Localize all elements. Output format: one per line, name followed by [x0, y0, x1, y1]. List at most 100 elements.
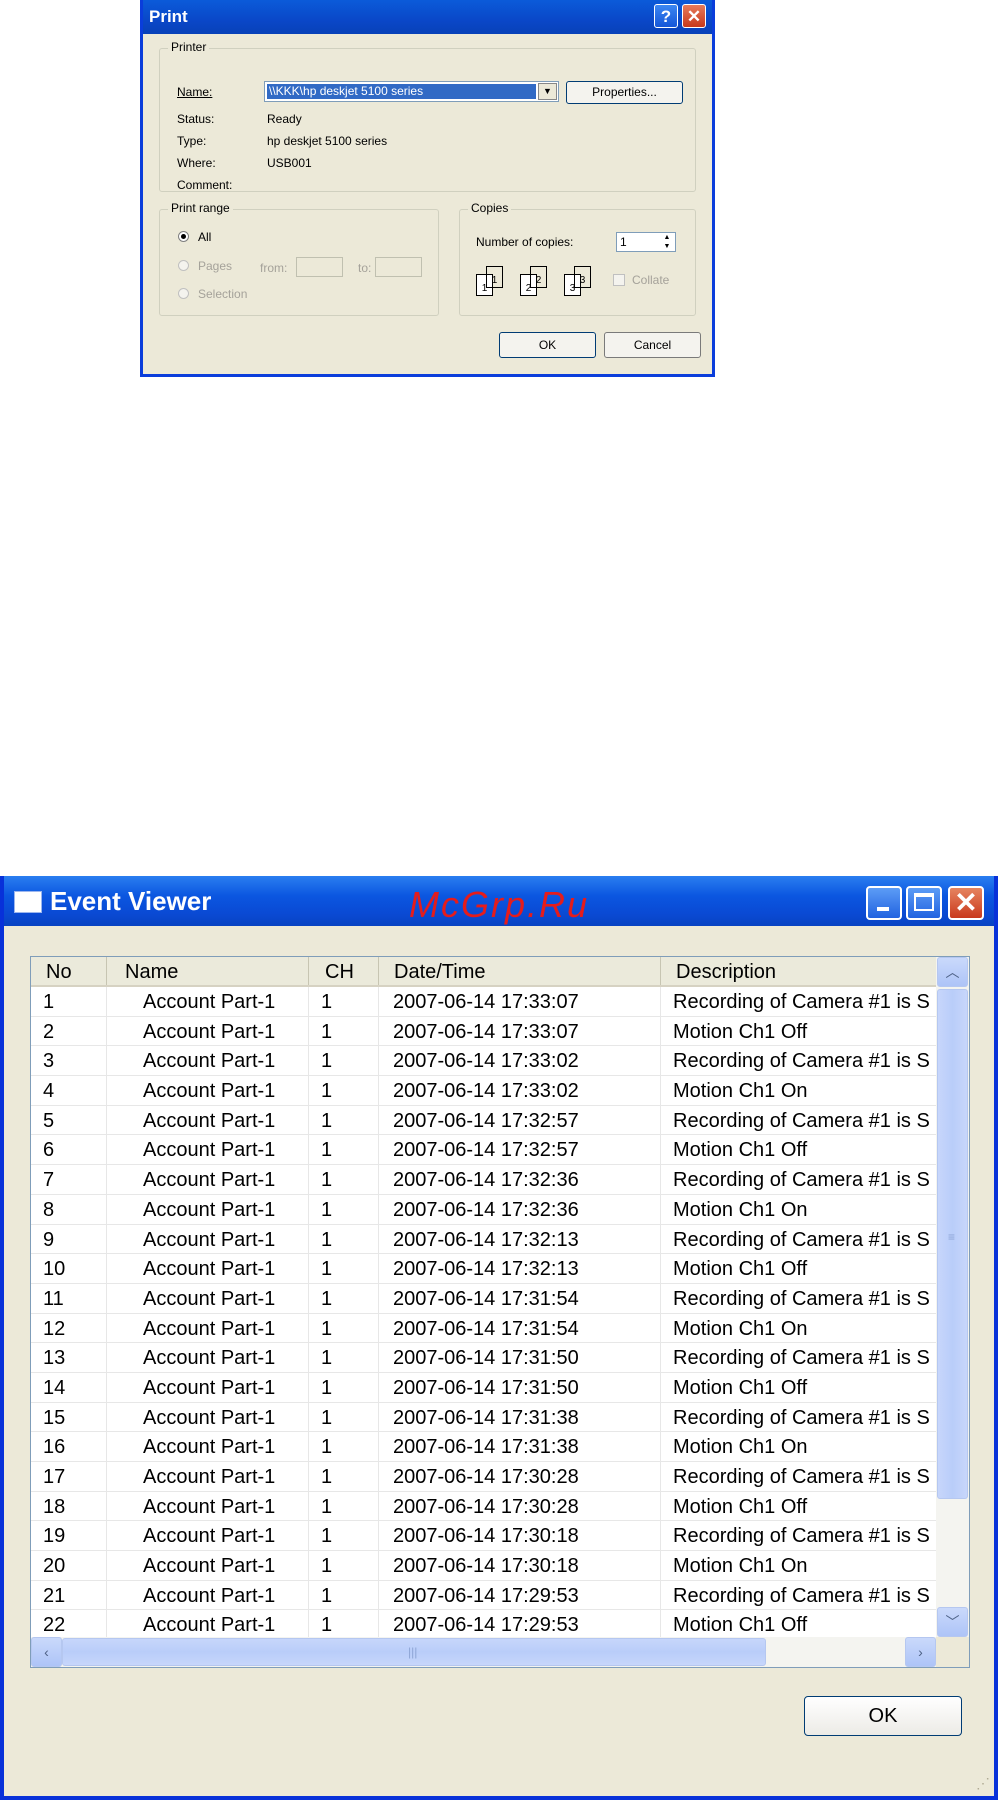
horizontal-scroll-thumb[interactable]: |||	[62, 1638, 766, 1666]
properties-button[interactable]: Properties...	[566, 81, 683, 104]
column-header-description[interactable]: Description	[661, 957, 936, 985]
event-viewer-titlebar[interactable]: Event Viewer McGrp.Ru ✕	[4, 876, 994, 926]
table-row[interactable]: 11 Account Part-1 1 2007-06-14 17:31:54 Reco…	[31, 1283, 936, 1314]
table-row[interactable]: 1 Account Part-1 1 2007-06-14 17:33:07 Recor…	[31, 987, 936, 1017]
where-value: USB001	[267, 156, 312, 170]
row-name: Account Part-1	[107, 1521, 309, 1551]
range-pages-radio[interactable]	[178, 260, 189, 271]
scroll-down-icon[interactable]: ﹀	[937, 1607, 968, 1637]
close-button[interactable]: ✕	[948, 886, 984, 920]
spin-up-icon[interactable]: ▲	[659, 233, 675, 242]
copies-legend: Copies	[468, 201, 512, 215]
collate-label[interactable]: Collate	[632, 273, 669, 287]
range-selection-radio[interactable]	[178, 288, 189, 299]
table-row[interactable]: 22 Account Part-1 1 2007-06-14 17:29:53 Moti…	[31, 1610, 936, 1637]
column-header-ch[interactable]: CH	[309, 957, 379, 985]
table-row[interactable]: 7 Account Part-1 1 2007-06-14 17:32:36 Recor…	[31, 1165, 936, 1195]
range-all-radio[interactable]	[178, 231, 189, 242]
range-all-label[interactable]: All	[198, 230, 211, 244]
type-label: Type:	[177, 134, 207, 148]
printer-name-select[interactable]: \\KKK\hp deskjet 5100 series ▼	[264, 81, 559, 102]
row-description: Recording of Camera #1 is S	[673, 1406, 930, 1429]
table-row[interactable]: 16 Account Part-1 1 2007-06-14 17:31:38 Moti…	[31, 1432, 936, 1462]
row-ch: 1	[309, 1372, 379, 1402]
collate-page-icon: 1	[486, 266, 503, 288]
printer-group-legend: Printer	[168, 40, 210, 54]
scroll-right-icon[interactable]: ›	[905, 1637, 936, 1667]
horizontal-scrollbar[interactable]: ‹ ||| ›	[31, 1637, 936, 1667]
table-row[interactable]: 5 Account Part-1 1 2007-06-14 17:32:57 Recor…	[31, 1105, 936, 1136]
row-description: Recording of Camera #1 is S	[673, 1228, 930, 1251]
spin-down-icon[interactable]: ▼	[659, 242, 675, 251]
ok-button[interactable]: OK	[804, 1696, 962, 1736]
column-header-datetime[interactable]: Date/Time	[379, 957, 661, 985]
ok-button[interactable]: OK	[499, 332, 596, 358]
table-row[interactable]: 3 Account Part-1 1 2007-06-14 17:33:02 Recor…	[31, 1046, 936, 1077]
row-no: 19	[31, 1521, 107, 1551]
row-no: 12	[31, 1313, 107, 1343]
table-row[interactable]: 21 Account Part-1 1 2007-06-14 17:29:53 Reco…	[31, 1580, 936, 1611]
row-datetime: 2007-06-14 17:33:02	[379, 1076, 661, 1106]
row-name: Account Part-1	[107, 1372, 309, 1402]
print-title: Print	[149, 7, 188, 26]
row-description: Motion Ch1 Off	[673, 1376, 808, 1399]
printer-name-value: \\KKK\hp deskjet 5100 series	[267, 84, 536, 99]
grip-icon: |||	[408, 1645, 418, 1659]
vertical-scroll-thumb[interactable]: ≡	[937, 989, 968, 1499]
table-row[interactable]: 14 Account Part-1 1 2007-06-14 17:31:50 Moti…	[31, 1372, 936, 1403]
row-no: 11	[31, 1283, 107, 1313]
cancel-button[interactable]: Cancel	[604, 332, 701, 358]
scroll-up-icon[interactable]: ︿	[937, 957, 968, 987]
collate-checkbox[interactable]	[613, 274, 625, 286]
row-no: 17	[31, 1462, 107, 1491]
row-datetime: 2007-06-14 17:30:18	[379, 1551, 661, 1581]
vertical-scrollbar[interactable]: ︿ ≡ ﹀	[936, 957, 969, 1637]
close-icon: ✕	[954, 887, 978, 918]
minimize-button[interactable]	[866, 886, 902, 920]
column-header-no[interactable]: No	[31, 957, 107, 985]
maximize-button[interactable]	[906, 886, 942, 920]
row-no: 14	[31, 1372, 107, 1402]
table-row[interactable]: 20 Account Part-1 1 2007-06-14 17:30:18 Moti…	[31, 1551, 936, 1581]
event-list[interactable]: No Name CH Date/Time Description 1 Accoun…	[30, 956, 970, 1668]
scroll-left-icon[interactable]: ‹	[31, 1637, 62, 1667]
row-description: Motion Ch1 On	[673, 1436, 808, 1459]
row-description: Motion Ch1 On	[673, 1317, 808, 1340]
table-row[interactable]: 19 Account Part-1 1 2007-06-14 17:30:18 Reco…	[31, 1521, 936, 1552]
table-row[interactable]: 4 Account Part-1 1 2007-06-14 17:33:02 Motio…	[31, 1076, 936, 1106]
from-input[interactable]	[296, 257, 343, 277]
row-datetime: 2007-06-14 17:29:53	[379, 1610, 661, 1637]
row-datetime: 2007-06-14 17:30:18	[379, 1521, 661, 1551]
table-row[interactable]: 2 Account Part-1 1 2007-06-14 17:33:07 Motio…	[31, 1016, 936, 1047]
copies-stepper[interactable]: 1 ▲ ▼	[616, 232, 676, 252]
resize-grip-icon[interactable]: ⋰	[976, 1775, 990, 1792]
range-selection-label[interactable]: Selection	[198, 287, 247, 301]
column-header-name[interactable]: Name	[107, 957, 309, 985]
table-row[interactable]: 13 Account Part-1 1 2007-06-14 17:31:50 Reco…	[31, 1343, 936, 1373]
close-icon[interactable]: ✕	[682, 4, 706, 28]
table-row[interactable]: 8 Account Part-1 1 2007-06-14 17:32:36 Motio…	[31, 1194, 936, 1225]
row-description: Motion Ch1 On	[673, 1555, 808, 1578]
help-icon[interactable]: ?	[654, 4, 678, 28]
to-input[interactable]	[375, 257, 422, 277]
print-titlebar[interactable]: Print ? ✕	[143, 0, 712, 34]
row-ch: 1	[309, 1580, 379, 1610]
row-no: 6	[31, 1135, 107, 1165]
row-name: Account Part-1	[107, 1105, 309, 1135]
row-no: 15	[31, 1402, 107, 1432]
row-description: Motion Ch1 Off	[673, 1020, 808, 1043]
row-ch: 1	[309, 1402, 379, 1432]
row-description: Recording of Camera #1 is S	[673, 991, 930, 1013]
table-row[interactable]: 17 Account Part-1 1 2007-06-14 17:30:28 Reco…	[31, 1462, 936, 1492]
range-pages-label[interactable]: Pages	[198, 259, 232, 273]
table-row[interactable]: 10 Account Part-1 1 2007-06-14 17:32:13 Moti…	[31, 1254, 936, 1284]
table-row[interactable]: 9 Account Part-1 1 2007-06-14 17:32:13 Recor…	[31, 1224, 936, 1255]
table-row[interactable]: 6 Account Part-1 1 2007-06-14 17:32:57 Motio…	[31, 1135, 936, 1166]
chevron-down-icon[interactable]: ▼	[538, 83, 557, 100]
row-name: Account Part-1	[107, 1551, 309, 1581]
table-row[interactable]: 12 Account Part-1 1 2007-06-14 17:31:54 Moti…	[31, 1313, 936, 1344]
table-row[interactable]: 18 Account Part-1 1 2007-06-14 17:30:28 Moti…	[31, 1491, 936, 1522]
grip-icon: ≡	[948, 1230, 956, 1244]
event-viewer-title: Event Viewer	[50, 886, 212, 916]
table-row[interactable]: 15 Account Part-1 1 2007-06-14 17:31:38 Reco…	[31, 1402, 936, 1433]
